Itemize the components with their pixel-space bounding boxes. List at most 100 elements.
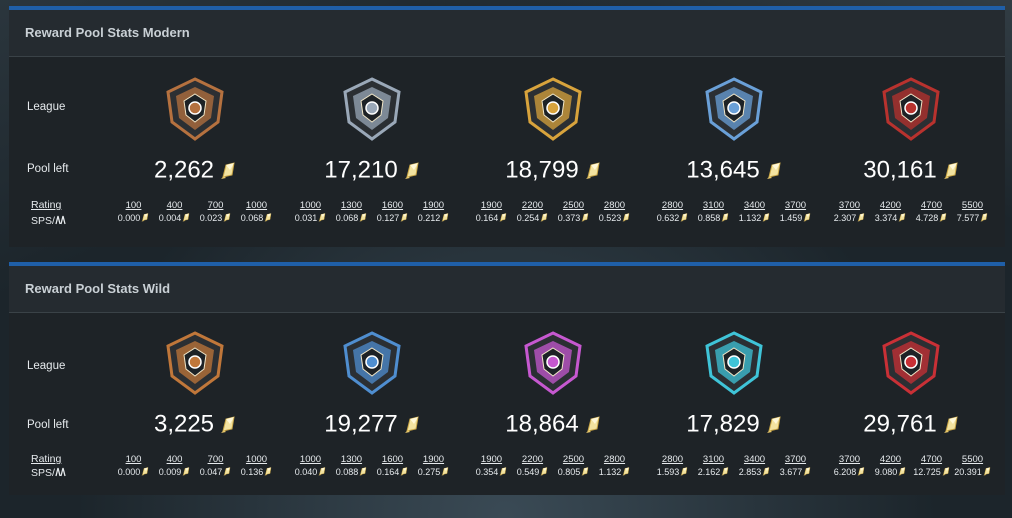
rating-cell: 100 0.000 [113, 199, 154, 225]
rating-cell: 400 0.004 [154, 199, 195, 225]
rating-value[interactable]: 2500 [553, 199, 594, 212]
rating-value[interactable]: 700 [195, 453, 236, 466]
league-label: League [27, 101, 66, 113]
silver-league-icon [343, 331, 401, 395]
rating-value[interactable]: 3100 [693, 453, 734, 466]
rating-value[interactable]: 3400 [734, 199, 775, 212]
rating-value[interactable]: 1900 [413, 453, 454, 466]
rating-value[interactable]: 2200 [512, 199, 553, 212]
rating-cell: 2200 0.254 [512, 199, 553, 225]
rating-value[interactable]: 400 [154, 199, 195, 212]
sps-value: 0.354 [471, 466, 512, 479]
sps-value: 1.593 [652, 466, 693, 479]
sps-value: 0.047 [195, 466, 236, 479]
sps-value: 2.853 [734, 466, 775, 479]
bronze-league-icon [166, 77, 224, 141]
sps-value: 0.000 [113, 466, 154, 479]
shard-icon [857, 213, 865, 222]
shard-icon [264, 213, 272, 222]
sps-value: 1.132 [594, 466, 635, 479]
rating-value[interactable]: 2200 [512, 453, 553, 466]
rating-value[interactable]: 1900 [471, 453, 512, 466]
shard-icon [762, 467, 770, 476]
rating-value[interactable]: 100 [113, 199, 154, 212]
rating-value[interactable]: 3700 [775, 453, 816, 466]
rating-cell: 1600 0.127 [372, 199, 413, 225]
sps-value: 0.136 [236, 466, 277, 479]
pool-left-value: 13,645 [643, 156, 825, 185]
rating-value[interactable]: 2800 [594, 453, 635, 466]
rating-value[interactable]: 3700 [775, 199, 816, 212]
sps-value: 7.577 [952, 212, 993, 225]
rating-value[interactable]: 1600 [372, 453, 413, 466]
rating-value[interactable]: 1600 [372, 199, 413, 212]
rating-value[interactable]: 1900 [471, 199, 512, 212]
rating-cell: 2800 1.593 [652, 453, 693, 479]
rating-label[interactable]: Rating [31, 453, 61, 465]
rating-value[interactable]: 5500 [952, 453, 993, 466]
rating-value[interactable]: 4700 [911, 453, 952, 466]
rating-value[interactable]: 3400 [734, 453, 775, 466]
sps-value: 0.858 [693, 212, 734, 225]
pool-left-value: 3,225 [104, 410, 286, 439]
sps-value: 0.373 [553, 212, 594, 225]
shard-icon [400, 213, 408, 222]
rating-cell: 2500 0.373 [553, 199, 594, 225]
shard-icon [141, 467, 149, 476]
sps-icon [55, 215, 66, 225]
rating-cell: 700 0.047 [195, 453, 236, 479]
rating-value[interactable]: 2800 [652, 453, 693, 466]
shard-icon [318, 213, 326, 222]
rating-sps-grid: 1900 0.164 2200 0.254 2500 0.373 2800 0.523 [462, 199, 644, 225]
rating-value[interactable]: 1000 [236, 199, 277, 212]
rating-value[interactable]: 3700 [829, 199, 870, 212]
shard-icon [221, 415, 235, 433]
sps-value: 3.374 [870, 212, 911, 225]
rating-cell: 1000 0.136 [236, 453, 277, 479]
rating-cell: 2800 0.632 [652, 199, 693, 225]
sps-value: 20.391 [952, 466, 993, 479]
rating-label[interactable]: Rating [31, 199, 61, 211]
rating-value[interactable]: 2800 [594, 199, 635, 212]
rating-value[interactable]: 3700 [829, 453, 870, 466]
rating-sps-grid: 100 0.000 400 0.009 700 0.047 1000 0.136 [104, 453, 286, 479]
rating-cell: 4200 3.374 [870, 199, 911, 225]
sps-value: 0.805 [553, 466, 594, 479]
rating-cell: 1900 0.164 [471, 199, 512, 225]
sps-value: 12.725 [911, 466, 952, 479]
rating-value[interactable]: 1300 [331, 453, 372, 466]
shard-icon [581, 467, 589, 476]
rating-cell: 3700 1.459 [775, 199, 816, 225]
rating-value[interactable]: 1000 [290, 453, 331, 466]
rating-value[interactable]: 5500 [952, 199, 993, 212]
reward-pool-panel-wild: Reward Pool Stats Wild League Pool left Rat… [9, 262, 1005, 495]
rating-value[interactable]: 4700 [911, 199, 952, 212]
shard-icon [942, 467, 950, 476]
sps-value: 9.080 [870, 466, 911, 479]
rating-value[interactable]: 1000 [236, 453, 277, 466]
rating-cell: 1600 0.164 [372, 453, 413, 479]
shard-icon [622, 467, 630, 476]
rating-value[interactable]: 700 [195, 199, 236, 212]
rating-value[interactable]: 1900 [413, 199, 454, 212]
rating-value[interactable]: 3100 [693, 199, 734, 212]
rating-value[interactable]: 400 [154, 453, 195, 466]
rating-value[interactable]: 2800 [652, 199, 693, 212]
shard-icon [585, 415, 600, 433]
sps-icon [55, 467, 66, 477]
rating-value[interactable]: 1300 [331, 199, 372, 212]
rating-sps-grid: 1000 0.040 1300 0.088 1600 0.164 1900 0.275 [281, 453, 463, 479]
rating-value[interactable]: 4200 [870, 453, 911, 466]
rating-cell: 1900 0.212 [413, 199, 454, 225]
sps-value: 0.275 [413, 466, 454, 479]
rating-cell: 1000 0.040 [290, 453, 331, 479]
sps-value: 1.459 [775, 212, 816, 225]
shard-icon [898, 467, 906, 476]
rating-cell: 4200 9.080 [870, 453, 911, 479]
rating-value[interactable]: 2500 [553, 453, 594, 466]
shard-icon [182, 467, 190, 476]
rating-value[interactable]: 100 [113, 453, 154, 466]
rating-value[interactable]: 1000 [290, 199, 331, 212]
shard-icon [857, 467, 865, 476]
rating-value[interactable]: 4200 [870, 199, 911, 212]
